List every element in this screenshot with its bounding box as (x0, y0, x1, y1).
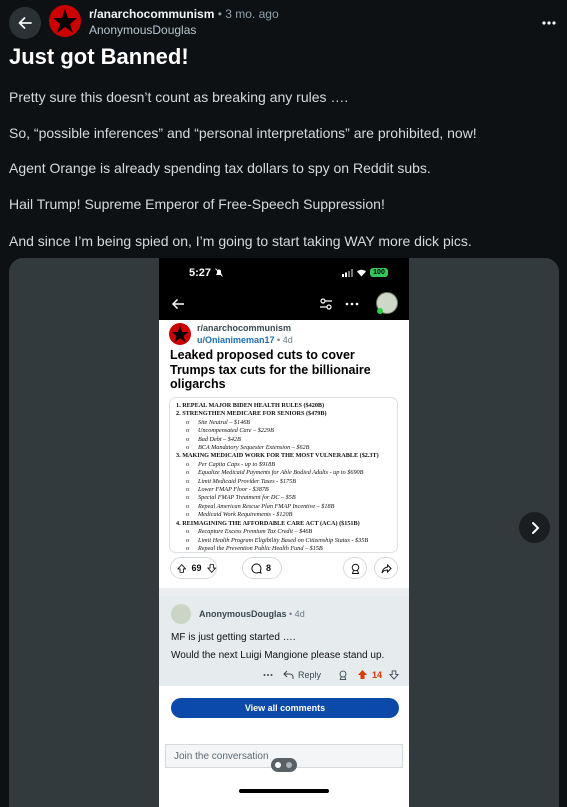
upvote-count: 69 (191, 563, 202, 573)
status-clock: 5:27 (189, 267, 212, 279)
post-image-carousel[interactable]: 5:27 100 r/anarchocommunism u/Onianimema… (9, 258, 559, 807)
arrow-left-icon (18, 17, 32, 29)
star-icon (171, 325, 189, 343)
document-line: Site Neutral – $146B (176, 419, 391, 427)
inner-post-user: u/Onianimeman17 • 4d (197, 335, 293, 345)
join-conversation-bar: Join the conversation (159, 738, 409, 807)
award-icon (339, 670, 347, 680)
inner-post-time: • 4d (277, 335, 293, 345)
share-icon (381, 563, 392, 573)
document-line: 1. REPEAL MAJOR BIDEN HEALTH RULES ($420… (176, 402, 325, 409)
comments-pill: 8 (242, 557, 282, 579)
more-options-icon (345, 302, 359, 306)
post-title: Just got Banned! (9, 44, 189, 69)
next-image-button[interactable] (519, 512, 550, 543)
document-line: Equalize Medicaid Payments for Able Bodi… (176, 469, 391, 477)
downvote-icon (206, 563, 216, 573)
document-line: Special FMAP Treatment for DC – $5B (176, 494, 391, 502)
home-indicator (239, 789, 329, 793)
document-line: Per Capita Caps - up to $918B (176, 461, 391, 469)
page-dot (286, 762, 292, 768)
document-line: Recapture Excess Premium Tax Credit – $4… (176, 528, 391, 536)
document-line: Medicaid Work Requirements - $120B (176, 511, 391, 519)
section-divider (159, 588, 409, 596)
more-options-icon (263, 674, 273, 676)
phone-nav-bar (159, 288, 409, 320)
document-line: Limit Medicaid Provider Taxes - $175B (176, 478, 391, 486)
comment-icon (251, 562, 262, 574)
embedded-screenshot: 5:27 100 r/anarchocommunism u/Onianimema… (159, 258, 409, 807)
inner-subreddit-avatar (169, 323, 191, 345)
upvote-icon (177, 563, 187, 573)
post-paragraph: Pretty sure this doesn’t count as breaki… (9, 89, 349, 105)
phone-status-bar: 5:27 100 (159, 258, 409, 288)
post-paragraph: Hail Trump! Supreme Emperor of Free-Spee… (9, 196, 385, 212)
carousel-pagination[interactable] (271, 758, 297, 772)
leaked-document-image: 1. REPEAL MAJOR BIDEN HEALTH RULES ($420… (169, 397, 398, 553)
comment-username: AnonymousDouglas (199, 609, 287, 619)
inner-post-card: r/anarchocommunism u/Onianimeman17 • 4d … (159, 320, 409, 588)
comment-header: AnonymousDouglas • 4d (199, 609, 305, 619)
award-icon (351, 563, 359, 574)
star-icon (53, 9, 77, 33)
inner-post-actions: 69 8 (159, 557, 409, 581)
document-line: Limit Health Program Eligibility Based o… (176, 537, 391, 545)
document-line: BCA Mandatory Sequester Extension – $62B (176, 444, 391, 452)
post-paragraph: Agent Orange is already spending tax dol… (9, 160, 431, 176)
inner-post-title: Leaked proposed cuts to cover Trumps tax… (170, 348, 371, 391)
post-header: r/anarchocommunism • 3 mo. ago Anonymous… (0, 0, 567, 44)
post-author[interactable]: AnonymousDouglas (89, 23, 196, 37)
comment: AnonymousDouglas • 4d MF is just getting… (159, 596, 409, 686)
post-paragraph: So, “possible inferences” and “personal … (9, 125, 477, 141)
comment-time: • 4d (289, 609, 305, 619)
subreddit-line: r/anarchocommunism • 3 mo. ago (89, 7, 279, 21)
wifi-icon (357, 269, 366, 277)
share-pill (374, 557, 398, 579)
comment-vote-count: 14 (372, 670, 383, 680)
commenter-avatar (171, 604, 191, 624)
reply-icon (283, 670, 294, 679)
comment-text: MF is just getting started …. (171, 632, 296, 643)
online-status-dot (377, 308, 383, 314)
inner-username: u/Onianimeman17 (197, 335, 275, 345)
page-dot-active (275, 762, 281, 768)
document-line: Repeal American Rescue Plan FMAP Incenti… (176, 503, 391, 511)
arrow-left-icon (171, 298, 184, 310)
more-options-icon[interactable] (540, 14, 558, 32)
document-line: Uncompensated Care – $229B (176, 427, 391, 435)
document-line: 2. STRENGTHEN MEDICARE FOR SENIORS ($479… (176, 410, 327, 418)
bell-muted-icon (215, 268, 223, 277)
document-line: Bad Debt – $42B (176, 436, 391, 444)
comment-count: 8 (266, 563, 272, 573)
upvote-icon (358, 670, 367, 679)
award-pill (343, 557, 367, 579)
subreddit-name[interactable]: r/anarchocommunism (89, 7, 214, 21)
post-time: • 3 mo. ago (217, 7, 279, 21)
chevron-right-icon (531, 521, 539, 534)
sort-icon (320, 298, 332, 310)
subreddit-avatar[interactable] (49, 5, 81, 37)
document-line: Repeal the Prevention Public Health Fund… (176, 545, 391, 552)
downvote-icon (389, 670, 399, 680)
document-line: Lower FMAP Floor - $387B (176, 486, 391, 494)
document-line: 4. REIMAGINING THE AFFORDABLE CARE ACT (… (176, 519, 360, 527)
post-paragraph: And since I’m being spied on, I’m going … (9, 233, 472, 249)
view-all-comments-button: View all comments (171, 698, 399, 718)
battery-indicator: 100 (370, 268, 388, 277)
comment-actions: Reply 14 (159, 668, 409, 684)
document-line: 3. MAKING MEDICAID WORK FOR THE MOST VUL… (176, 452, 379, 460)
back-button[interactable] (9, 7, 41, 39)
inner-subreddit-name: r/anarchocommunism (197, 323, 292, 333)
signal-icon (342, 269, 353, 277)
vote-pill: 69 (170, 557, 217, 579)
comment-text: Would the next Luigi Mangione please sta… (171, 650, 385, 661)
reply-label: Reply (298, 670, 322, 680)
